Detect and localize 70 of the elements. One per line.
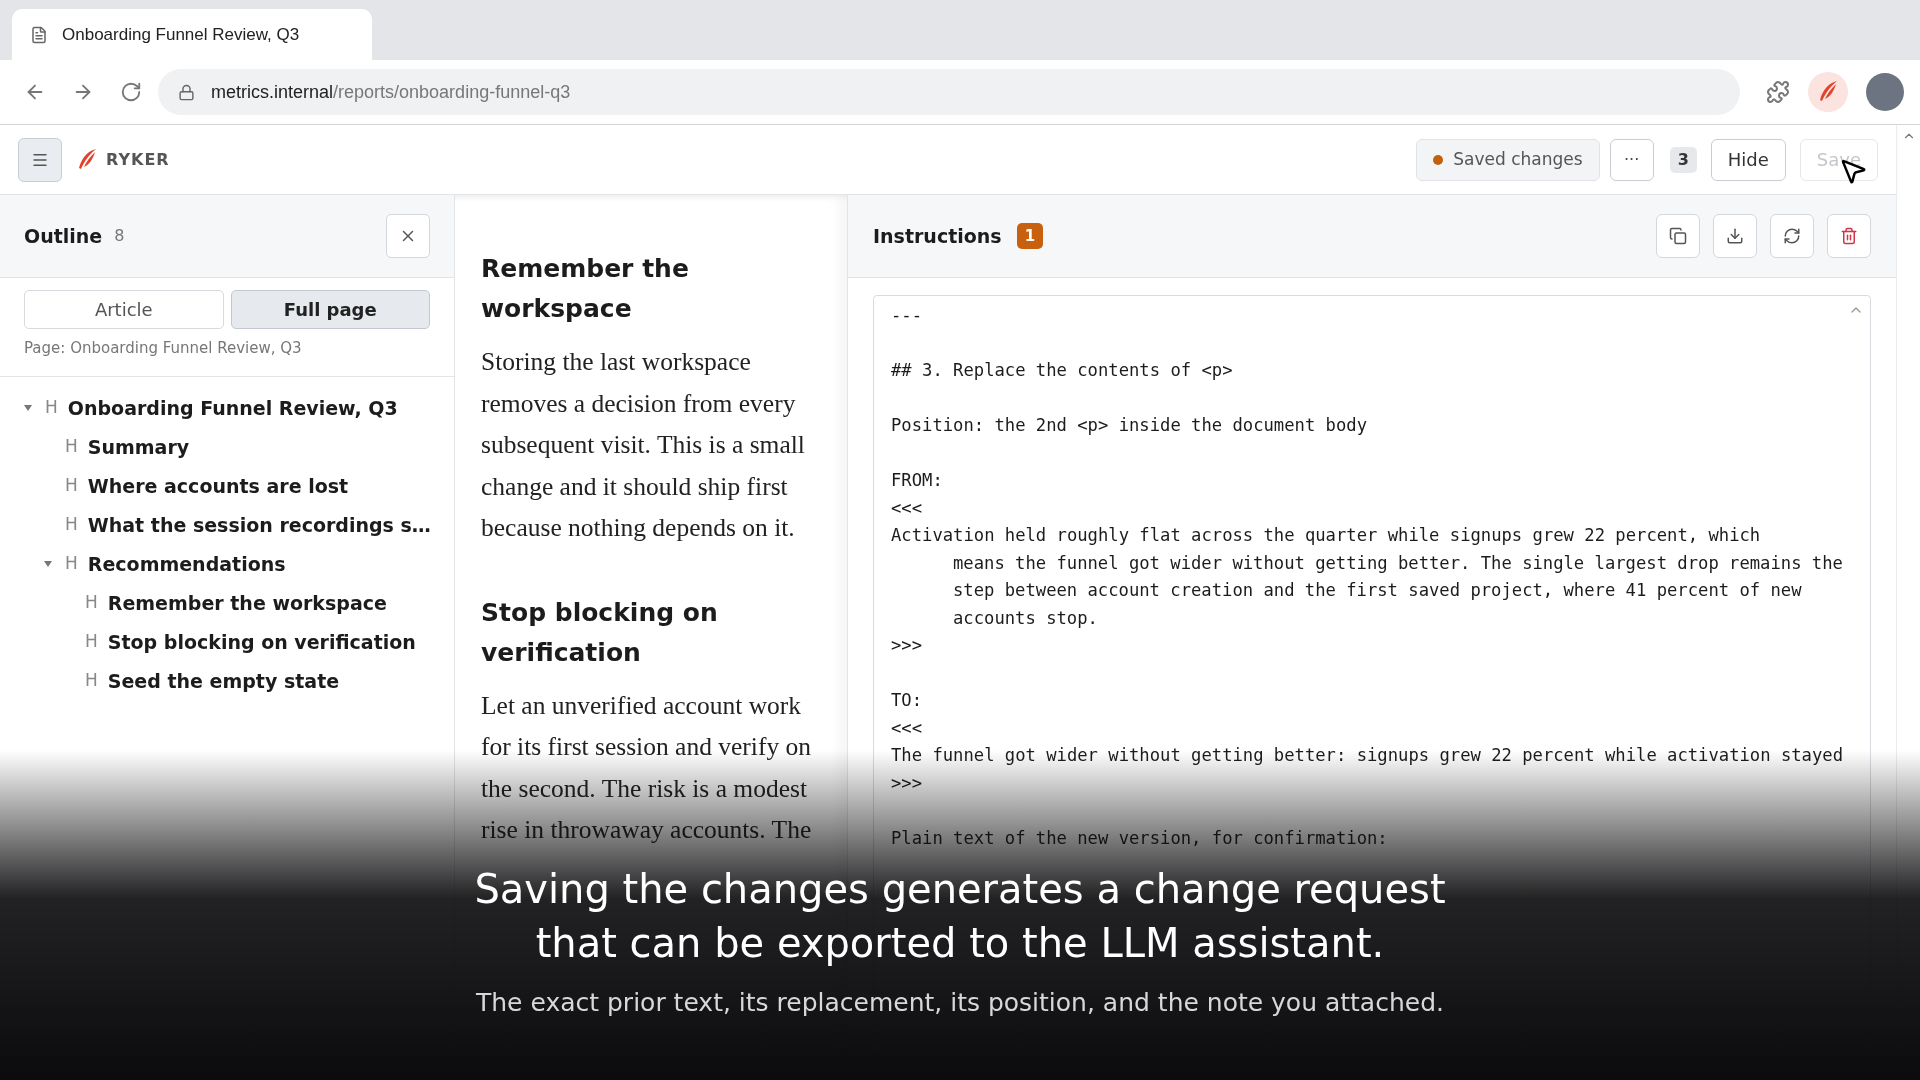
heading-marker: H (65, 552, 78, 576)
delete-button[interactable] (1827, 214, 1871, 258)
address-bar[interactable]: metrics.internal/reports/onboarding-funnel-q3 (158, 69, 1740, 115)
document-icon (30, 25, 48, 44)
code-line: ## 3. Replace the contents of <p> (891, 359, 1233, 382)
outline-title: Outline (24, 223, 103, 249)
code-line: <<< (891, 496, 923, 520)
heading-marker: H (65, 513, 78, 537)
instructions-title: Instructions (873, 223, 1002, 249)
heading-marker: H (85, 669, 98, 693)
extension-button[interactable] (1808, 72, 1848, 112)
outline-item[interactable]: Recommendations (87, 549, 286, 579)
code-line: >>> (891, 771, 923, 795)
outline-item[interactable]: What the session recordings s… (87, 510, 431, 540)
browser-tab[interactable]: Onboarding Funnel Review, Q3 (12, 9, 372, 60)
code-line: --- (891, 304, 923, 327)
code-line: <<< (891, 716, 923, 740)
refresh-icon (1783, 227, 1801, 245)
heading-marker: H (85, 630, 98, 654)
code-line: The funnel got wider without getting better: signups grew 22 percent while activation stayed (891, 744, 1843, 767)
avatar[interactable] (1866, 73, 1904, 111)
extension-icon[interactable] (1766, 80, 1790, 104)
view-tab[interactable]: Full page (230, 290, 430, 329)
article-paragraph: Let an unverified account work for its first session and verify on the second. The risk is a modest rise in throwaway accounts. The (481, 689, 813, 846)
outline-item[interactable]: Stop blocking on verification (107, 627, 416, 657)
outline-item[interactable]: Onboarding Funnel Review, Q3 (67, 393, 398, 423)
outline-item[interactable]: Remember the workspace (107, 588, 387, 618)
brand-name: RYKER (106, 148, 170, 171)
caret-icon[interactable] (43, 560, 53, 568)
heading-marker: H (65, 435, 78, 459)
count-badge: 3 (1669, 146, 1697, 173)
lock-icon (178, 83, 195, 101)
code-line: FROM: (891, 469, 943, 492)
code-line: Activation held roughly flat across the quarter while signups grew 22 percent, which (891, 524, 1761, 547)
code-line: >>> (891, 634, 923, 657)
copy-icon (1669, 227, 1687, 245)
url-text: metrics.internal/reports/onboarding-funnel-q3 (211, 80, 571, 104)
heading-marker: H (85, 591, 98, 615)
more-button[interactable]: ··· (1609, 138, 1654, 181)
outline-count: 8 (114, 225, 125, 247)
download-button[interactable] (1713, 214, 1757, 258)
outline-item[interactable]: Where accounts are lost (87, 471, 349, 501)
status-label: Saved changes (1453, 147, 1583, 171)
menu-button[interactable] (18, 137, 62, 182)
refresh-button[interactable] (1770, 214, 1814, 258)
code-line: means the funnel got wider without getting better. The single largest drop remains the (953, 551, 1843, 575)
article-heading: Stop blocking on verification (481, 596, 719, 669)
heading-marker: H (65, 474, 78, 498)
code-line: Position: the 2nd <p> inside the document body (891, 414, 1367, 437)
reload-icon[interactable] (120, 81, 142, 103)
code-line: Plain text of the new version, for confirmation: (891, 826, 1388, 850)
download-icon (1726, 227, 1744, 245)
code-line: TO: (891, 689, 923, 712)
code-line: accounts stop. (953, 606, 1098, 630)
caption-subtitle: The exact prior text, its replacement, its position, and the note you attached. (476, 987, 1444, 1019)
article-paragraph: Storing the last workspace removes a decision from every subsequent visit. This is a small change and it should ship first because nothing depends on it. (481, 346, 806, 544)
trash-icon (1840, 227, 1858, 245)
code-line: step between account creation and the first saved project, where 41 percent of new (953, 579, 1802, 602)
close-button[interactable] (386, 214, 430, 258)
caret-icon[interactable] (23, 404, 33, 412)
view-tab[interactable]: Article (24, 290, 224, 329)
article-heading: Remember the workspace (481, 253, 690, 325)
page-label: Page: Onboarding Funnel Review, Q3 (24, 338, 303, 359)
copy-button[interactable] (1656, 214, 1700, 258)
instructions-badge: 1 (1016, 223, 1044, 249)
outline-item[interactable]: Summary (87, 432, 190, 462)
caption-title: Saving the changes generates a change request that can be exported to the LLM assistant. (474, 865, 1446, 968)
outline-item[interactable]: Seed the empty state (107, 666, 340, 696)
header-button[interactable]: Hide (1710, 138, 1786, 181)
heading-marker: H (45, 396, 58, 420)
